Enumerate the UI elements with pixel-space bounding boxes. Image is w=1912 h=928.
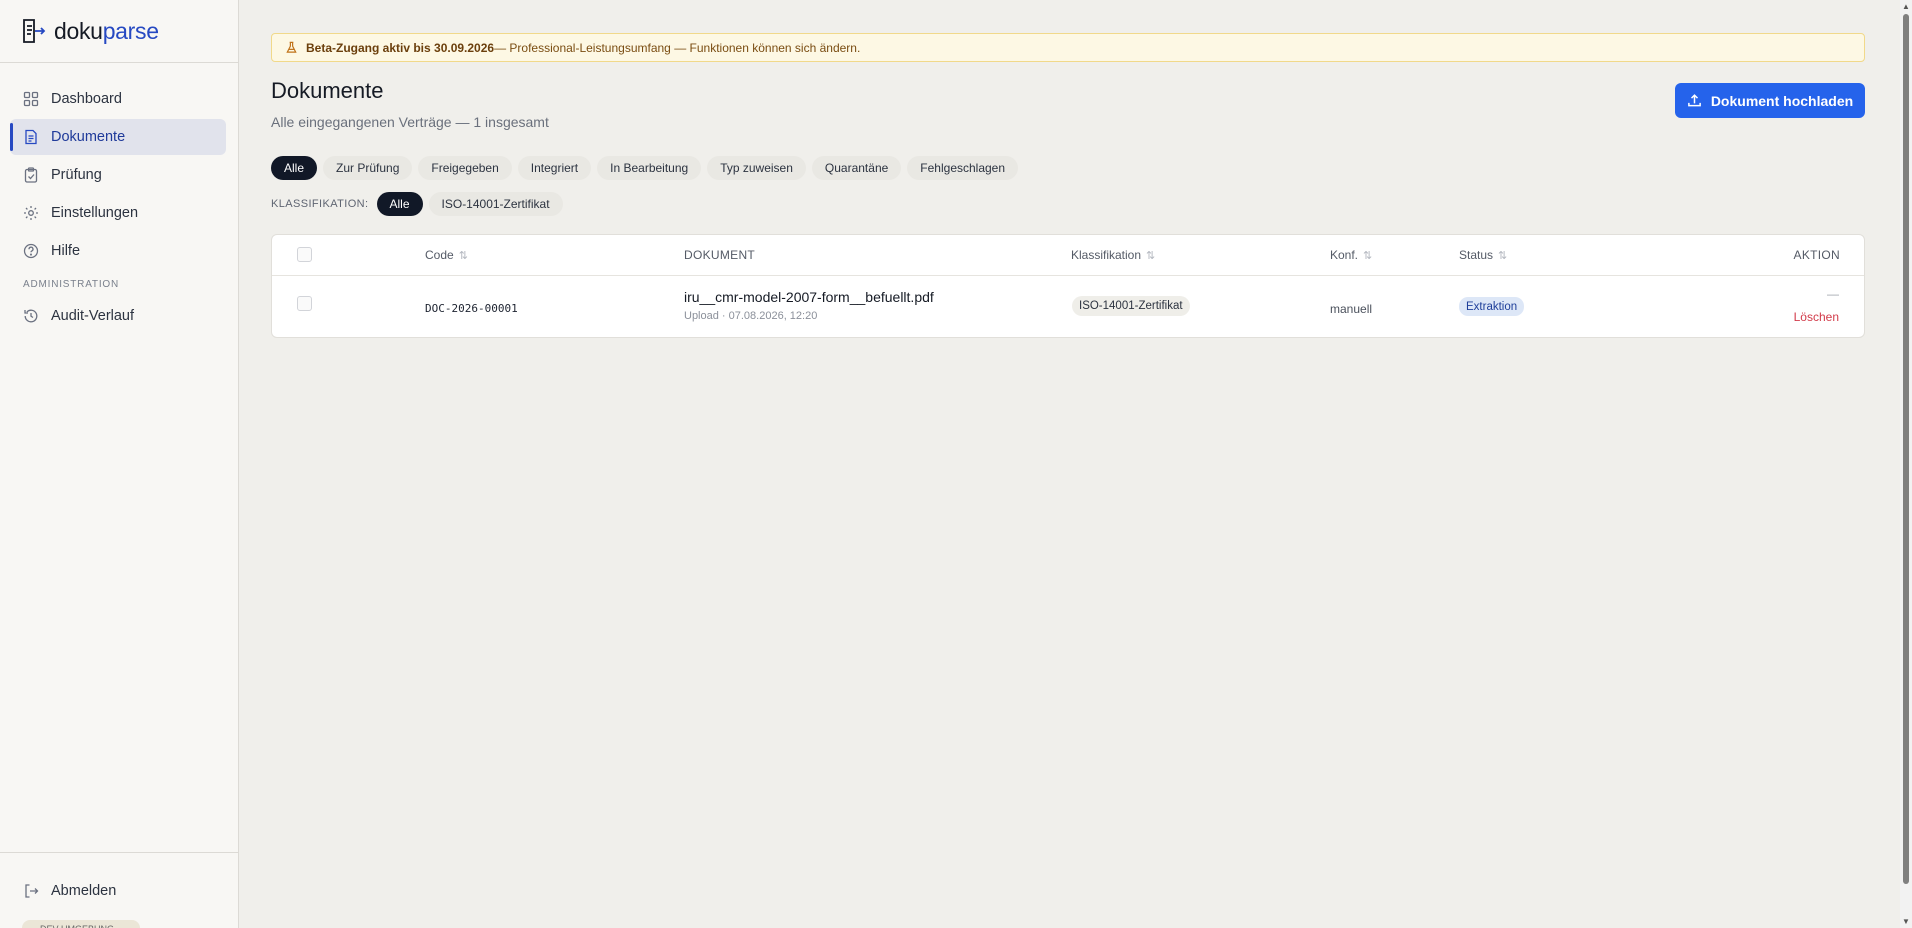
scrollbar[interactable]: ▲ ▼	[1900, 0, 1912, 928]
filter-typ-zuweisen[interactable]: Typ zuweisen	[707, 156, 806, 180]
documents-table: Code ⇅ DOKUMENT Klassifikation ⇅ Konf. ⇅ St…	[271, 234, 1865, 338]
sort-icon: ⇅	[1363, 249, 1373, 262]
filter-integriert[interactable]: Integriert	[517, 156, 592, 180]
document-upload-meta: Upload · 07.08.2026, 12:20	[684, 310, 818, 322]
status-filter-bar: Alle Zur Prüfung Freigegeben Integriert …	[271, 156, 1865, 180]
classification-tag: ISO-14001-Zertifikat	[1072, 296, 1190, 316]
document-name[interactable]: iru__cmr-model-2007-form__befuellt.pdf	[684, 289, 934, 305]
sidebar-item-dokumente[interactable]: Dokumente	[10, 119, 226, 155]
sidebar-item-audit-verlauf[interactable]: Audit-Verlauf	[10, 298, 226, 334]
history-icon	[24, 309, 38, 323]
logout-label: Abmelden	[51, 883, 117, 899]
sidebar-item-pruefung[interactable]: Prüfung	[10, 157, 226, 193]
page-header: Dokumente Alle eingegangenen Verträge — …	[271, 78, 1865, 136]
column-status[interactable]: Status ⇅	[1459, 248, 1507, 262]
column-code[interactable]: Code ⇅	[425, 248, 468, 262]
sidebar-item-label: Hilfe	[51, 243, 81, 259]
classification-filter-label: KLASSIFIKATION:	[271, 198, 369, 210]
filter-quarantaene[interactable]: Quarantäne	[811, 156, 902, 180]
status-badge: Extraktion	[1459, 297, 1525, 316]
sidebar-footer: Abmelden DEV UMGEBUNG	[0, 852, 239, 928]
upload-label: Dokument hochladen	[1710, 92, 1854, 109]
upload-document-button[interactable]: Dokument hochladen	[1675, 83, 1865, 118]
beta-banner: Beta-Zugang aktiv bis 30.09.2026 — Profe…	[271, 33, 1865, 62]
filter-alle[interactable]: Alle	[271, 156, 318, 180]
page-title: Dokumente	[271, 78, 384, 103]
sidebar-item-label: Einstellungen	[51, 205, 139, 221]
flask-icon	[286, 41, 297, 53]
confidence-value: manuell	[1330, 302, 1373, 316]
column-confidence[interactable]: Konf. ⇅	[1330, 248, 1372, 262]
column-classification[interactable]: Klassifikation ⇅	[1071, 248, 1155, 262]
filter-freigegeben[interactable]: Freigegeben	[418, 156, 512, 180]
sidebar-item-dashboard[interactable]: Dashboard	[10, 81, 226, 117]
banner-bold: Beta-Zugang aktiv bis 30.09.2026	[306, 40, 495, 55]
sort-icon: ⇅	[458, 249, 468, 262]
environment-badge: DEV UMGEBUNG	[22, 920, 140, 928]
document-icon	[25, 129, 37, 145]
main-content: Beta-Zugang aktiv bis 30.09.2026 — Profe…	[271, 0, 1865, 338]
scroll-up-arrow-icon[interactable]: ▲	[1902, 2, 1910, 11]
action-placeholder: —	[1827, 287, 1839, 301]
filter-fehlgeschlagen[interactable]: Fehlgeschlagen	[907, 156, 1019, 180]
sidebar-item-hilfe[interactable]: Hilfe	[10, 233, 226, 269]
sidebar-item-label: Prüfung	[51, 167, 102, 183]
table-row[interactable]: DOC-2026-00001 iru__cmr-model-2007-form_…	[272, 276, 1864, 338]
class-filter-alle[interactable]: Alle	[376, 192, 423, 216]
logo[interactable]: dokuparse	[0, 0, 238, 63]
document-code: DOC-2026-00001	[425, 302, 518, 315]
filter-in-bearbeitung[interactable]: In Bearbeitung	[597, 156, 702, 180]
grid-icon	[23, 91, 39, 107]
select-all-checkbox[interactable]	[297, 247, 312, 262]
sidebar-item-label: Dashboard	[51, 91, 122, 107]
column-action: AKTION	[1793, 248, 1840, 262]
sidebar-section-administration: ADMINISTRATION	[23, 279, 120, 290]
logo-text: dokuparse	[54, 17, 159, 44]
delete-button[interactable]: Löschen	[1794, 310, 1839, 324]
sidebar-item-label: Audit-Verlauf	[51, 308, 135, 324]
logout-icon	[25, 884, 39, 898]
logo-icon	[23, 19, 46, 43]
gear-icon	[24, 206, 38, 220]
table-header: Code ⇅ DOKUMENT Klassifikation ⇅ Konf. ⇅ St…	[272, 235, 1864, 276]
sort-icon: ⇅	[1498, 249, 1508, 262]
filter-zur-pruefung[interactable]: Zur Prüfung	[323, 156, 413, 180]
sidebar-item-einstellungen[interactable]: Einstellungen	[10, 195, 226, 231]
class-filter-iso-14001[interactable]: ISO-14001-Zertifikat	[428, 192, 563, 216]
upload-icon	[1687, 94, 1701, 107]
sidebar-item-label: Dokumente	[51, 129, 126, 145]
scroll-down-arrow-icon[interactable]: ▼	[1902, 917, 1910, 926]
clipboard-icon	[24, 167, 38, 183]
logout-button[interactable]: Abmelden	[10, 873, 227, 909]
scroll-thumb[interactable]	[1903, 14, 1909, 884]
column-document: DOKUMENT	[684, 248, 756, 262]
sidebar: dokuparse Dashboard Dokumente Prüfung Ei…	[0, 0, 239, 928]
row-checkbox[interactable]	[297, 296, 312, 311]
sort-icon: ⇅	[1146, 249, 1156, 262]
sidebar-nav: Dashboard Dokumente Prüfung Einstellunge…	[0, 63, 238, 334]
help-icon	[23, 243, 39, 259]
page-subtitle: Alle eingegangenen Verträge — 1 insgesam…	[271, 114, 549, 130]
classification-filter-bar: KLASSIFIKATION: Alle ISO-14001-Zertifika…	[271, 192, 1865, 216]
banner-text: — Professional-Leistungsumfang — Funktio…	[494, 40, 861, 55]
